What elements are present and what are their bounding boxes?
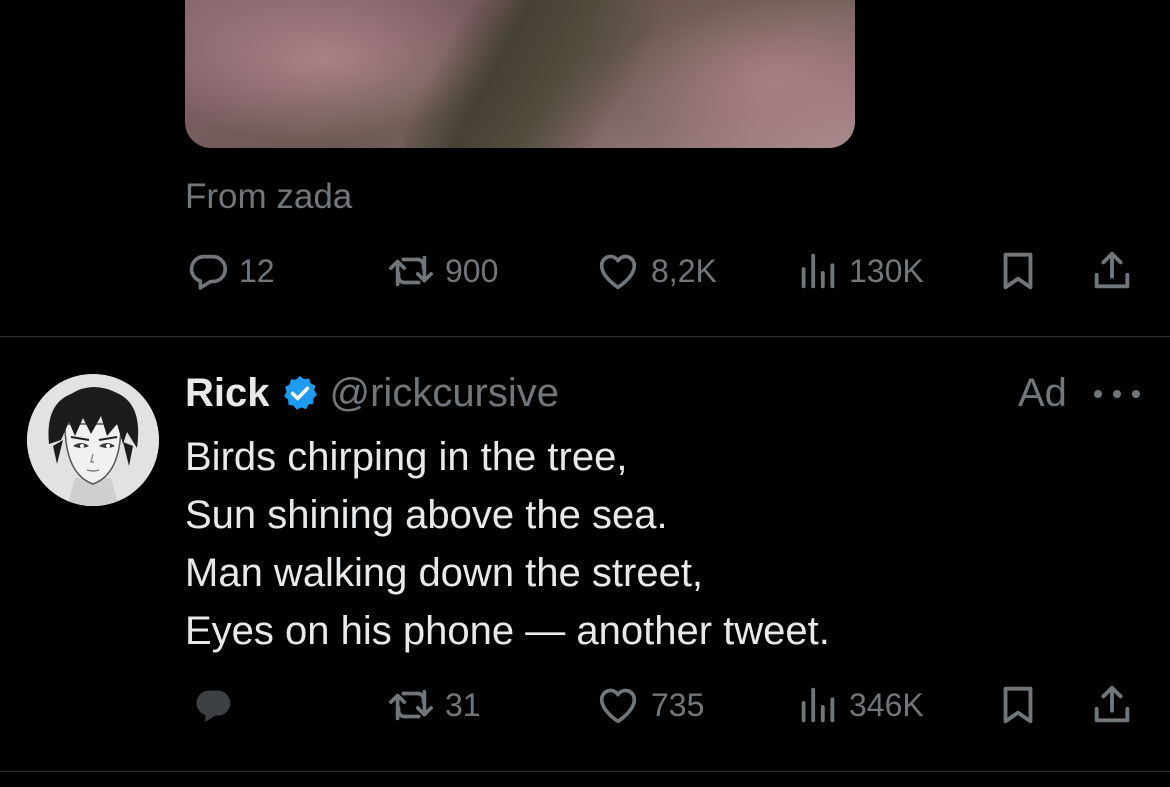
share-button[interactable]	[1089, 680, 1135, 730]
reply-count: 12	[239, 252, 275, 289]
reply-button[interactable]	[190, 680, 244, 730]
reply-button[interactable]: 12	[185, 246, 275, 296]
bookmark-button[interactable]	[995, 246, 1041, 296]
reply-icon	[189, 254, 228, 290]
tweet-text-line: Sun shining above the sea.	[185, 493, 668, 537]
views-icon	[801, 253, 835, 289]
author-handle[interactable]: @rickcursive	[330, 371, 560, 416]
more-icon-dot	[1113, 390, 1121, 398]
repost-count: 31	[445, 686, 481, 723]
views-icon	[801, 687, 835, 723]
avatar[interactable]	[27, 374, 159, 506]
tweet-text-line: Birds chirping in the tree,	[185, 435, 628, 479]
like-count: 735	[651, 686, 705, 723]
like-button[interactable]: 735	[593, 680, 704, 730]
video-frame-detail	[389, 0, 681, 148]
like-button[interactable]: 8,2K	[593, 246, 717, 296]
more-icon-dot	[1132, 390, 1140, 398]
share-icon	[1094, 251, 1130, 289]
ad-label: Ad	[1018, 371, 1067, 415]
repost-button[interactable]: 900	[385, 246, 498, 296]
repost-button[interactable]: 31	[385, 680, 481, 730]
like-count: 8,2K	[651, 252, 717, 289]
tweet-divider	[0, 336, 1170, 337]
avatar-anime-portrait	[27, 374, 159, 506]
views-count: 346K	[849, 686, 924, 723]
more-icon	[1094, 390, 1102, 398]
views-button[interactable]: 346K	[795, 680, 924, 730]
bookmark-button[interactable]	[995, 680, 1041, 730]
tweet-action-bar: 31 735 346K	[185, 680, 1140, 730]
share-button[interactable]	[1089, 246, 1135, 296]
like-icon	[599, 688, 637, 724]
tweet-divider	[0, 771, 1170, 772]
bookmark-icon	[1003, 252, 1033, 290]
views-button[interactable]: 130K	[795, 246, 924, 296]
more-options-button[interactable]	[1094, 384, 1140, 404]
video-media[interactable]	[185, 0, 855, 148]
source-attribution[interactable]: From zada	[185, 176, 352, 218]
tweet-header: Rick @rickcursive	[185, 368, 559, 418]
tweet-action-bar: 12 900 8,2K 130K	[185, 246, 1140, 296]
tweet-text-line: Man walking down the street,	[185, 551, 704, 595]
like-icon	[599, 254, 637, 290]
author-display-name[interactable]: Rick	[185, 371, 270, 416]
repost-icon	[389, 689, 433, 721]
views-count: 130K	[849, 252, 924, 289]
bookmark-icon	[1003, 686, 1033, 724]
tweet-text-line: Eyes on his phone — another tweet.	[185, 609, 830, 653]
share-icon	[1094, 685, 1130, 723]
reply-icon	[196, 690, 231, 722]
tweet-body: Birds chirping in the tree, Sun shining …	[185, 428, 1085, 660]
verified-badge-icon[interactable]	[280, 373, 320, 413]
repost-icon	[389, 255, 433, 287]
repost-count: 900	[445, 252, 499, 289]
